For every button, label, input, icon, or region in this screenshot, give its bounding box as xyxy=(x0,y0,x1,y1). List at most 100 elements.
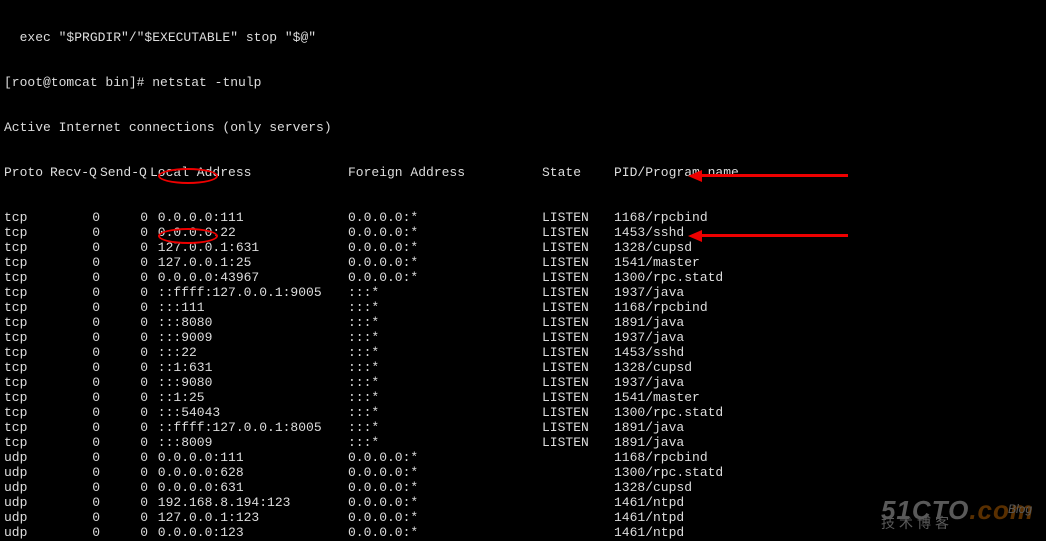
table-row: udp00 0.0.0.0:1110.0.0.0:*1168/rpcbind xyxy=(4,450,1042,465)
cell-local: :::8080 xyxy=(148,315,348,330)
cell-proto: tcp xyxy=(4,375,50,390)
table-row: tcp00 ::ffff:127.0.0.1:8005:::*LISTEN189… xyxy=(4,420,1042,435)
table-row: tcp00 ::1:25:::*LISTEN1541/master xyxy=(4,390,1042,405)
cell-proto: tcp xyxy=(4,300,50,315)
cell-proto: udp xyxy=(4,495,50,510)
cell-recvq: 0 xyxy=(50,300,100,315)
cell-sendq: 0 xyxy=(100,255,148,270)
cell-local: ::ffff:127.0.0.1:8005 xyxy=(148,420,348,435)
table-row: tcp00 :::9080:::*LISTEN1937/java xyxy=(4,375,1042,390)
cell-sendq: 0 xyxy=(100,510,148,525)
cell-sendq: 0 xyxy=(100,525,148,540)
cell-sendq: 0 xyxy=(100,465,148,480)
cell-proto: tcp xyxy=(4,345,50,360)
cell-foreign: 0.0.0.0:* xyxy=(348,450,542,465)
cell-foreign: 0.0.0.0:* xyxy=(348,225,542,240)
cell-local: ::ffff:127.0.0.1:9005 xyxy=(148,285,348,300)
cell-foreign: 0.0.0.0:* xyxy=(348,525,542,540)
cell-pid: 1453/sshd xyxy=(614,225,684,240)
table-row: tcp00 :::111:::*LISTEN1168/rpcbind xyxy=(4,300,1042,315)
cell-foreign: :::* xyxy=(348,390,542,405)
cell-foreign: 0.0.0.0:* xyxy=(348,510,542,525)
cell-foreign: :::* xyxy=(348,360,542,375)
cell-state: LISTEN xyxy=(542,345,614,360)
cell-sendq: 0 xyxy=(100,405,148,420)
cell-recvq: 0 xyxy=(50,420,100,435)
cell-proto: tcp xyxy=(4,240,50,255)
cell-foreign: 0.0.0.0:* xyxy=(348,255,542,270)
cell-sendq: 0 xyxy=(100,360,148,375)
cell-pid: 1937/java xyxy=(614,285,684,300)
cell-pid: 1300/rpc.statd xyxy=(614,270,723,285)
col-proto: Proto xyxy=(4,165,50,180)
cell-recvq: 0 xyxy=(50,510,100,525)
table-row: tcp00 :::22:::*LISTEN1453/sshd xyxy=(4,345,1042,360)
cell-foreign: :::* xyxy=(348,345,542,360)
cell-recvq: 0 xyxy=(50,270,100,285)
cell-pid: 1168/rpcbind xyxy=(614,450,708,465)
cell-proto: tcp xyxy=(4,405,50,420)
col-sendq: Send-Q xyxy=(100,165,148,180)
cell-proto: tcp xyxy=(4,225,50,240)
col-recvq: Recv-Q xyxy=(50,165,100,180)
col-pid: PID/Program name xyxy=(614,165,739,180)
cell-state: LISTEN xyxy=(542,300,614,315)
cell-foreign: 0.0.0.0:* xyxy=(348,465,542,480)
col-state: State xyxy=(542,165,614,180)
cell-state: LISTEN xyxy=(542,285,614,300)
cell-recvq: 0 xyxy=(50,285,100,300)
cell-pid: 1328/cupsd xyxy=(614,240,692,255)
table-row: tcp00 127.0.0.1:6310.0.0.0:*LISTEN1328/c… xyxy=(4,240,1042,255)
table-row: tcp00 ::ffff:127.0.0.1:9005:::*LISTEN193… xyxy=(4,285,1042,300)
cell-proto: tcp xyxy=(4,420,50,435)
cell-recvq: 0 xyxy=(50,360,100,375)
table-row: tcp00 ::1:631:::*LISTEN1328/cupsd xyxy=(4,360,1042,375)
cell-local: 127.0.0.1:123 xyxy=(148,510,348,525)
cell-recvq: 0 xyxy=(50,225,100,240)
table-row: tcp00 0.0.0.0:220.0.0.0:*LISTEN1453/sshd xyxy=(4,225,1042,240)
cell-foreign: :::* xyxy=(348,330,542,345)
table-row: udp00 0.0.0.0:1230.0.0.0:*1461/ntpd xyxy=(4,525,1042,540)
table-row: udp00 0.0.0.0:6310.0.0.0:*1328/cupsd xyxy=(4,480,1042,495)
cell-foreign: :::* xyxy=(348,405,542,420)
cell-local: :::22 xyxy=(148,345,348,360)
cell-pid: 1541/master xyxy=(614,390,700,405)
cell-proto: udp xyxy=(4,525,50,540)
cell-local: 0.0.0.0:628 xyxy=(148,465,348,480)
cell-state: LISTEN xyxy=(542,330,614,345)
cell-pid: 1300/rpc.statd xyxy=(614,405,723,420)
cell-recvq: 0 xyxy=(50,405,100,420)
cell-sendq: 0 xyxy=(100,390,148,405)
cell-recvq: 0 xyxy=(50,435,100,450)
cell-proto: udp xyxy=(4,450,50,465)
cell-foreign: :::* xyxy=(348,285,542,300)
cell-local: 127.0.0.1:631 xyxy=(148,240,348,255)
cell-sendq: 0 xyxy=(100,435,148,450)
cell-recvq: 0 xyxy=(50,240,100,255)
table-row: udp00 0.0.0.0:6280.0.0.0:*1300/rpc.statd xyxy=(4,465,1042,480)
table-row: tcp00 :::9009:::*LISTEN1937/java xyxy=(4,330,1042,345)
cell-pid: 1328/cupsd xyxy=(614,480,692,495)
cell-state: LISTEN xyxy=(542,255,614,270)
table-row: tcp00 :::8009:::*LISTEN1891/java xyxy=(4,435,1042,450)
cell-sendq: 0 xyxy=(100,420,148,435)
prompt-prefix: [root@tomcat bin]# xyxy=(4,75,152,90)
cell-recvq: 0 xyxy=(50,390,100,405)
cell-recvq: 0 xyxy=(50,495,100,510)
cell-sendq: 0 xyxy=(100,210,148,225)
cell-recvq: 0 xyxy=(50,525,100,540)
cell-local: ::1:25 xyxy=(148,390,348,405)
table-row: udp00 192.168.8.194:1230.0.0.0:*1461/ntp… xyxy=(4,495,1042,510)
cell-state: LISTEN xyxy=(542,420,614,435)
cell-foreign: :::* xyxy=(348,315,542,330)
cell-state: LISTEN xyxy=(542,360,614,375)
cell-proto: tcp xyxy=(4,210,50,225)
col-local: Local Address xyxy=(148,165,348,180)
col-foreign: Foreign Address xyxy=(348,165,542,180)
cell-pid: 1891/java xyxy=(614,315,684,330)
cell-sendq: 0 xyxy=(100,270,148,285)
header-conn: Active Internet connections (only server… xyxy=(4,120,1042,135)
prompt-command[interactable]: netstat -tnulp xyxy=(152,75,261,90)
cell-proto: udp xyxy=(4,480,50,495)
cell-local: 0.0.0.0:111 xyxy=(148,210,348,225)
